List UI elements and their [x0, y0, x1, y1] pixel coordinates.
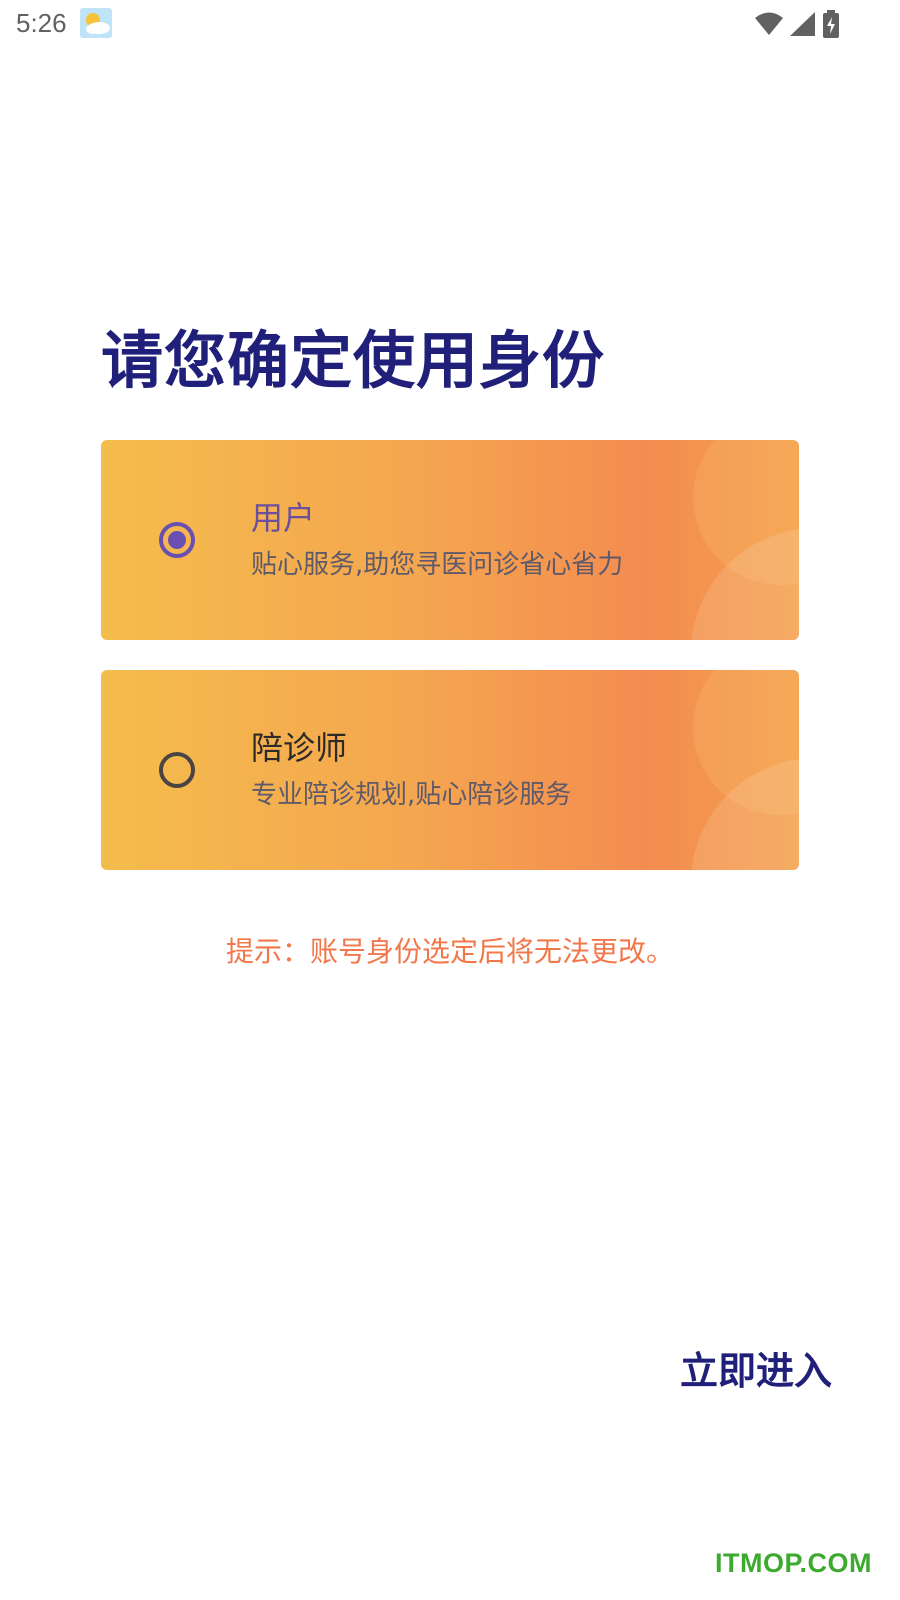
system-icons	[754, 10, 840, 38]
role-name-user: 用户	[251, 499, 316, 537]
weather-icon	[80, 8, 112, 38]
status-bar: 5:26	[0, 0, 900, 50]
watermark-logo: ITMOP.COM	[714, 1548, 872, 1578]
role-description-user: 贴心服务,助您寻医问诊省心省力	[251, 550, 624, 580]
battery-charging-icon	[822, 10, 840, 38]
page-title: 请您确定使用身份	[101, 324, 606, 397]
radio-button-user[interactable]	[159, 522, 195, 558]
signal-icon	[790, 12, 816, 36]
wifi-icon	[754, 12, 784, 36]
enter-button[interactable]: 立即进入	[680, 1340, 832, 1395]
role-name-escort: 陪诊师	[251, 729, 348, 767]
role-card-escort[interactable]: 陪诊师 专业陪诊规划,贴心陪诊服务	[101, 670, 799, 870]
hint-text: 提示：账号身份选定后将无法更改。	[225, 935, 674, 968]
role-description-escort: 专业陪诊规划,贴心陪诊服务	[251, 780, 572, 810]
radio-button-escort[interactable]	[159, 752, 195, 788]
radio-checked-dot	[168, 531, 186, 549]
role-card-user[interactable]: 用户 贴心服务,助您寻医问诊省心省力	[101, 440, 799, 640]
status-time: 5:26	[16, 8, 67, 38]
